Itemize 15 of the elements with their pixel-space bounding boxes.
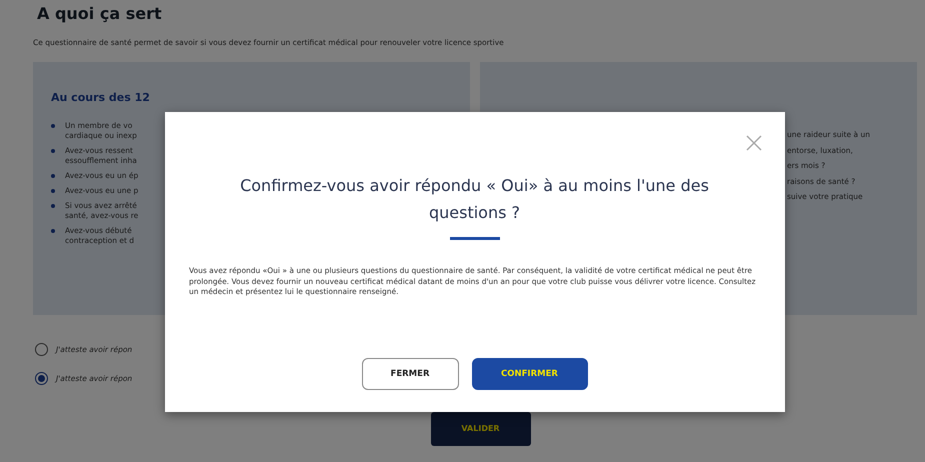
confirm-button[interactable]: CONFIRMER bbox=[472, 358, 588, 390]
bullet-icon bbox=[51, 204, 55, 208]
radio-button[interactable] bbox=[35, 372, 48, 386]
page-title: A quoi ça sert bbox=[37, 4, 163, 24]
bullet-icon bbox=[51, 188, 55, 193]
bullet-icon bbox=[51, 174, 55, 178]
close-button[interactable]: FERMER bbox=[362, 358, 458, 390]
panel-heading: Au cours des 12 bbox=[51, 90, 151, 106]
title-underline bbox=[450, 237, 500, 240]
bullet-icon bbox=[51, 148, 55, 153]
modal-title: Confirmez-vous avoir répondu « Oui» à au moins l'une des questions ? bbox=[239, 175, 710, 224]
radio-button[interactable] bbox=[35, 343, 48, 356]
bullet-icon bbox=[51, 228, 55, 233]
bullet-icon bbox=[51, 124, 55, 128]
validate-button[interactable]: VALIDER bbox=[430, 412, 530, 446]
